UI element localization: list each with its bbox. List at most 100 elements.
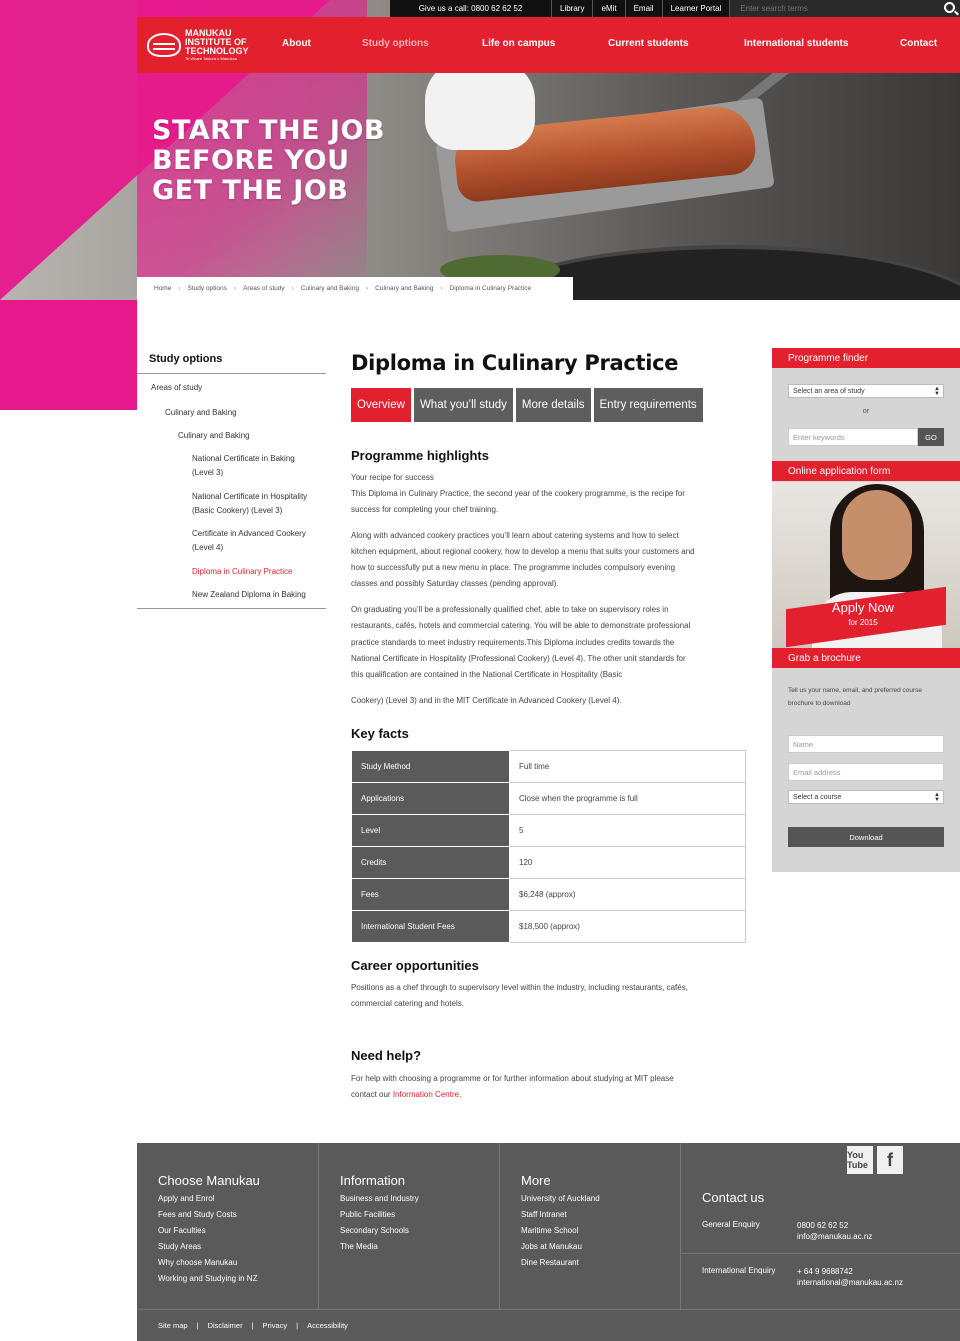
- fact-value: $18,500 (approx): [509, 910, 746, 943]
- sidebar-item-culinary-baking[interactable]: Culinary and Baking: [165, 406, 237, 420]
- footer-link[interactable]: Secondary Schools: [340, 1226, 409, 1235]
- hero-glove: [425, 60, 535, 150]
- name-field[interactable]: Name: [788, 735, 944, 753]
- breadcrumb-culinary-1[interactable]: Culinary and Baking: [301, 285, 359, 292]
- footer-link[interactable]: Public Facilities: [340, 1210, 395, 1219]
- general-email[interactable]: info@manukau.ac.nz: [797, 1231, 872, 1242]
- career-text-b: commercial catering and hotels.: [351, 999, 464, 1008]
- programme-finder-heading: Programme finder: [772, 348, 960, 368]
- nav-contact[interactable]: Contact: [900, 38, 937, 49]
- paragraph-2d: classes and possibly Saturday classes (p…: [351, 579, 559, 588]
- programme-tabs: Overview What you’ll study More details …: [351, 388, 706, 422]
- library-link[interactable]: Library: [551, 0, 592, 17]
- sidebar-item-areas-of-study[interactable]: Areas of study: [151, 381, 202, 395]
- sidebar-item-advanced-cookery[interactable]: Certificate in Advanced Cookery (Level 4…: [192, 527, 306, 555]
- breadcrumb-current: Diploma in Culinary Practice: [449, 285, 532, 292]
- main-nav: MANUKAU INSTITUTE OF TECHNOLOGY Te Whare…: [137, 17, 960, 73]
- sidebar-item-culinary-baking-sub[interactable]: Culinary and Baking: [178, 429, 250, 443]
- keywords-input[interactable]: Enter keywords: [788, 428, 918, 446]
- nav-life-on-campus[interactable]: Life on campus: [482, 38, 555, 49]
- fact-value: $6,248 (approx): [509, 878, 746, 911]
- breadcrumb-home[interactable]: Home: [154, 285, 171, 292]
- footer-heading: More: [521, 1173, 551, 1188]
- footer-link[interactable]: Why choose Manukau: [158, 1258, 237, 1267]
- learner-portal-link[interactable]: Learner Portal: [661, 0, 730, 17]
- contact-heading: Contact us: [702, 1190, 765, 1205]
- apply-now-banner[interactable]: Apply Now for 2015: [772, 482, 960, 648]
- email-field[interactable]: Email address: [788, 763, 944, 781]
- sidebar-heading: Study options: [137, 345, 326, 374]
- facebook-icon[interactable]: f: [877, 1146, 903, 1174]
- footer-link[interactable]: Business and Industry: [340, 1194, 419, 1203]
- sidebar-item-nc-baking[interactable]: National Certificate in Baking (Level 3): [192, 452, 295, 480]
- area-of-study-select[interactable]: Select an area of study ▲ ▼: [788, 384, 944, 398]
- site-footer: Choose Manukau Apply and Enrol Fees and …: [137, 1143, 960, 1341]
- nav-about[interactable]: About: [282, 38, 311, 49]
- accessibility-link[interactable]: Accessibility: [307, 1321, 348, 1330]
- course-select[interactable]: Select a course ▲ ▼: [788, 790, 944, 804]
- select-arrows-icon: ▲ ▼: [934, 386, 940, 397]
- tab-what-youll-study[interactable]: What you’ll study: [413, 388, 513, 422]
- tab-entry-requirements[interactable]: Entry requirements: [593, 388, 703, 422]
- site-map-link[interactable]: Site map: [158, 1321, 188, 1330]
- search-input[interactable]: [740, 4, 921, 13]
- paragraph-2a: Along with advanced cookery practices yo…: [351, 531, 679, 540]
- breadcrumb-culinary-2[interactable]: Culinary and Baking: [375, 285, 433, 292]
- sidebar-item-nc-hospitality[interactable]: National Certificate in Hospitality (Bas…: [192, 490, 307, 518]
- study-options-sidebar: Study options Areas of study Culinary an…: [137, 345, 326, 609]
- mit-logo[interactable]: MANUKAU INSTITUTE OF TECHNOLOGY Te Whare…: [137, 17, 255, 73]
- footer-link[interactable]: Working and Studying in NZ: [158, 1274, 257, 1283]
- footer-link[interactable]: Maritime School: [521, 1226, 578, 1235]
- paragraph-1a: This Diploma in Culinary Practice, the s…: [351, 489, 685, 498]
- site-search: [729, 0, 960, 17]
- logo-tagline: Te Whare Takiura o Manukau: [185, 55, 237, 61]
- sidebar-item-nz-diploma-baking[interactable]: New Zealand Diploma in Baking: [192, 588, 306, 602]
- footer-col-more: More University of Auckland Staff Intran…: [500, 1143, 681, 1309]
- paragraph-4: Cookery) (Level 3) and in the MIT Certif…: [351, 696, 622, 705]
- footer-col-information: Information Business and Industry Public…: [319, 1143, 500, 1309]
- breadcrumb-study-options[interactable]: Study options: [188, 285, 227, 292]
- footer-link[interactable]: Dine Restaurant: [521, 1258, 579, 1267]
- footer-link[interactable]: Staff Intranet: [521, 1210, 567, 1219]
- nav-current-students[interactable]: Current students: [608, 38, 689, 49]
- logo-wordmark: MANUKAU INSTITUTE OF TECHNOLOGY Te Whare…: [185, 28, 249, 62]
- footer-link[interactable]: Our Faculties: [158, 1226, 206, 1235]
- sidebar-item-diploma-culinary[interactable]: Diploma in Culinary Practice: [192, 565, 292, 579]
- breadcrumb-areas-of-study[interactable]: Areas of study: [243, 285, 285, 292]
- nav-international-students[interactable]: International students: [744, 38, 848, 49]
- footer-link[interactable]: Jobs at Manukau: [521, 1242, 582, 1251]
- general-phone[interactable]: 0800 62 62 52: [797, 1220, 872, 1231]
- fact-key: Applications: [351, 782, 510, 815]
- footer-link[interactable]: Fees and Study Costs: [158, 1210, 237, 1219]
- intl-phone[interactable]: + 64 9 9688742: [797, 1266, 903, 1277]
- sidebar-item-label: (Level 3): [192, 468, 224, 477]
- go-button[interactable]: GO: [918, 428, 944, 446]
- chevron-right-icon: ›: [178, 285, 181, 292]
- intl-email[interactable]: international@manukau.ac.nz: [797, 1277, 903, 1288]
- nav-study-options[interactable]: Study options: [362, 38, 429, 49]
- footer-link[interactable]: The Media: [340, 1242, 378, 1251]
- table-row: Fees $6,248 (approx): [351, 878, 746, 911]
- search-icon[interactable]: [944, 2, 955, 13]
- intl-enquiry-details: + 64 9 9688742 international@manukau.ac.…: [797, 1266, 903, 1288]
- footer-link[interactable]: University of Auckland: [521, 1194, 600, 1203]
- international-enquiry: International Enquiry + 64 9 9688742 int…: [702, 1266, 903, 1287]
- paragraph-3c: practice standards to meet industry requ…: [351, 638, 675, 647]
- tab-overview[interactable]: Overview: [351, 388, 411, 422]
- download-button[interactable]: Download: [788, 827, 944, 847]
- help-text-a: For help with choosing a programme or fo…: [351, 1074, 674, 1083]
- disclaimer-link[interactable]: Disclaimer: [208, 1321, 243, 1330]
- youtube-icon[interactable]: You Tube: [847, 1146, 873, 1174]
- email-link[interactable]: Email: [624, 0, 662, 17]
- fact-key: Study Method: [351, 750, 510, 783]
- footer-link[interactable]: Study Areas: [158, 1242, 201, 1251]
- emit-link[interactable]: eMit: [592, 0, 624, 17]
- privacy-link[interactable]: Privacy: [263, 1321, 288, 1330]
- footer-link[interactable]: Apply and Enrol: [158, 1194, 214, 1203]
- information-centre-link[interactable]: Information Centre: [393, 1090, 459, 1099]
- help-text-prefix: contact our: [351, 1090, 393, 1099]
- table-row: Applications Close when the programme is …: [351, 782, 746, 815]
- general-enquiry-details: 0800 62 62 52 info@manukau.ac.nz: [797, 1220, 872, 1242]
- tab-more-details[interactable]: More details: [515, 388, 591, 422]
- logo-line-3: TECHNOLOGY: [185, 45, 249, 56]
